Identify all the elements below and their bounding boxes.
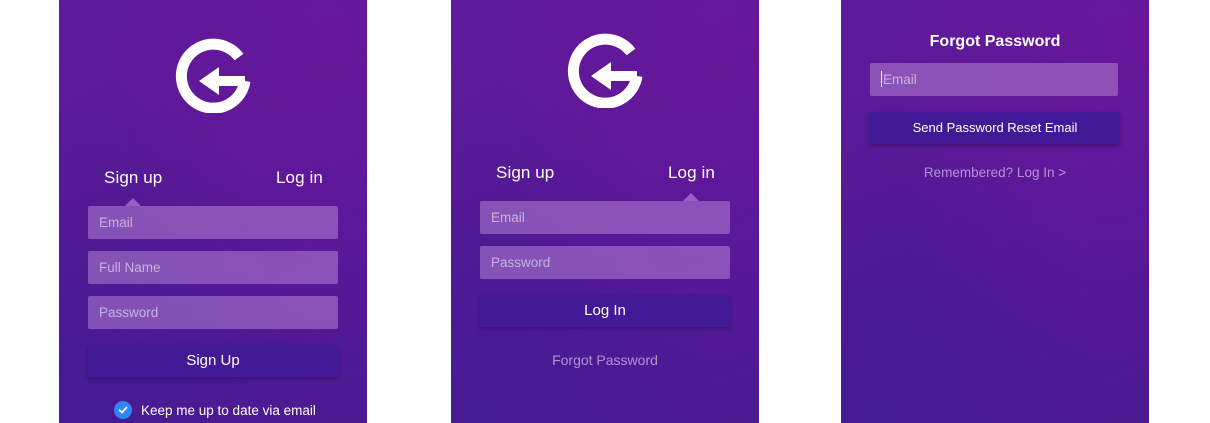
email-field[interactable]: Email — [88, 206, 338, 239]
page-title: Forgot Password — [929, 33, 1061, 50]
g-arrow-logo-icon — [175, 38, 251, 113]
g-arrow-logo-icon — [567, 33, 643, 108]
sign-up-button[interactable]: Sign Up — [88, 345, 338, 377]
login-screen: Sign up Log in Email Password Log In For… — [451, 0, 759, 423]
active-tab-indicator — [683, 193, 699, 201]
screens-stage: Sign up Log in Email Full Name Password … — [0, 0, 1210, 423]
send-reset-email-button[interactable]: Send Password Reset Email — [870, 112, 1120, 144]
back-to-login-link[interactable]: Remembered? Log In > — [870, 165, 1120, 180]
text-cursor — [881, 71, 882, 88]
tab-login[interactable]: Log in — [668, 163, 715, 183]
check-icon — [118, 406, 128, 414]
signup-screen: Sign up Log in Email Full Name Password … — [59, 0, 367, 423]
active-tab-indicator — [125, 198, 141, 206]
full-name-field[interactable]: Full Name — [88, 251, 338, 284]
log-in-button[interactable]: Log In — [480, 295, 730, 327]
tab-signup[interactable]: Sign up — [104, 168, 162, 188]
newsletter-label: Keep me up to date via email — [141, 402, 316, 418]
email-field[interactable]: Email — [870, 63, 1118, 96]
password-field[interactable]: Password — [88, 296, 338, 329]
newsletter-option: Keep me up to date via email — [114, 401, 316, 419]
password-field[interactable]: Password — [480, 246, 730, 279]
tab-login[interactable]: Log in — [276, 168, 323, 188]
forgot-password-link[interactable]: Forgot Password — [480, 352, 730, 368]
forgot-password-screen: Forgot Password Email Send Password Rese… — [841, 0, 1149, 423]
email-placeholder: Email — [883, 72, 917, 87]
email-field[interactable]: Email — [480, 201, 730, 234]
tab-signup[interactable]: Sign up — [496, 163, 554, 183]
newsletter-checkbox[interactable] — [114, 401, 132, 419]
